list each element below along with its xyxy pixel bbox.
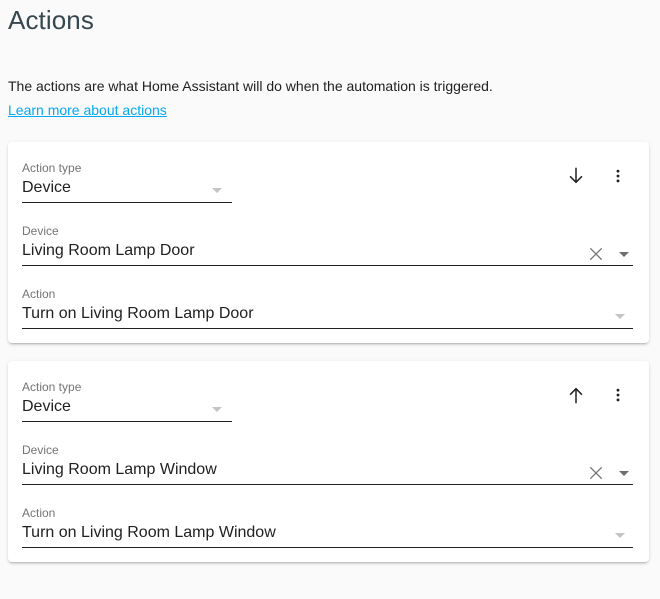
close-glyph: [589, 466, 603, 480]
learn-more-link[interactable]: Learn more about actions: [8, 100, 167, 120]
action-label: Action: [22, 506, 56, 520]
action-value: Turn on Living Room Lamp Window: [22, 524, 276, 541]
device-field[interactable]: Device Living Room Lamp Door: [22, 221, 633, 266]
action-label: Action: [22, 287, 56, 301]
card-header-row: Action type Device: [22, 158, 633, 203]
overflow-menu-glyph: [616, 388, 620, 402]
chevron-down-icon[interactable]: [212, 407, 222, 412]
page-header: Actions: [0, 0, 660, 36]
close-icon[interactable]: [587, 245, 605, 263]
action-control[interactable]: Turn on Living Room Lamp Door: [22, 302, 633, 329]
close-icon[interactable]: [587, 464, 605, 482]
device-control[interactable]: Living Room Lamp Door: [22, 239, 633, 266]
action-type-field[interactable]: Action type Device: [22, 377, 232, 422]
device-value: Living Room Lamp Door: [22, 242, 195, 259]
chevron-down-icon[interactable]: [615, 533, 625, 538]
device-label: Device: [22, 224, 59, 238]
action-card[interactable]: Action type Device Device Living Room La…: [8, 142, 649, 343]
overflow-menu-glyph: [616, 169, 620, 183]
page-title: Actions: [8, 5, 94, 35]
device-field[interactable]: Device Living Room Lamp Window: [22, 440, 633, 485]
card-action-buttons: [565, 377, 633, 407]
close-glyph: [589, 247, 603, 261]
arrow-up-glyph: [569, 387, 583, 404]
action-type-control[interactable]: Device: [22, 395, 232, 422]
actions-list: Action type Device Device Living Room La…: [0, 142, 660, 562]
arrow-up-icon[interactable]: [565, 383, 587, 407]
page-description: The actions are what Home Assistant will…: [8, 78, 493, 94]
action-type-value: Device: [22, 179, 71, 196]
overflow-menu-icon[interactable]: [607, 164, 629, 188]
action-value: Turn on Living Room Lamp Door: [22, 305, 254, 322]
action-field[interactable]: Action Turn on Living Room Lamp Door: [22, 284, 633, 329]
chevron-down-icon[interactable]: [615, 314, 625, 319]
device-label: Device: [22, 443, 59, 457]
arrow-down-icon[interactable]: [565, 164, 587, 188]
intro-block: The actions are what Home Assistant will…: [0, 76, 660, 120]
arrow-down-glyph: [569, 167, 583, 184]
action-field[interactable]: Action Turn on Living Room Lamp Window: [22, 503, 633, 548]
chevron-down-icon[interactable]: [619, 252, 629, 257]
action-card[interactable]: Action type Device Device Living Room La…: [8, 361, 649, 562]
device-control[interactable]: Living Room Lamp Window: [22, 458, 633, 485]
action-control[interactable]: Turn on Living Room Lamp Window: [22, 521, 633, 548]
action-type-label: Action type: [22, 380, 82, 394]
action-type-value: Device: [22, 398, 71, 415]
action-type-label: Action type: [22, 161, 82, 175]
action-type-field[interactable]: Action type Device: [22, 158, 232, 203]
chevron-down-icon[interactable]: [619, 471, 629, 476]
device-value: Living Room Lamp Window: [22, 461, 217, 478]
card-action-buttons: [565, 158, 633, 188]
action-type-control[interactable]: Device: [22, 176, 232, 203]
overflow-menu-icon[interactable]: [607, 383, 629, 407]
card-header-row: Action type Device: [22, 377, 633, 422]
chevron-down-icon[interactable]: [212, 188, 222, 193]
